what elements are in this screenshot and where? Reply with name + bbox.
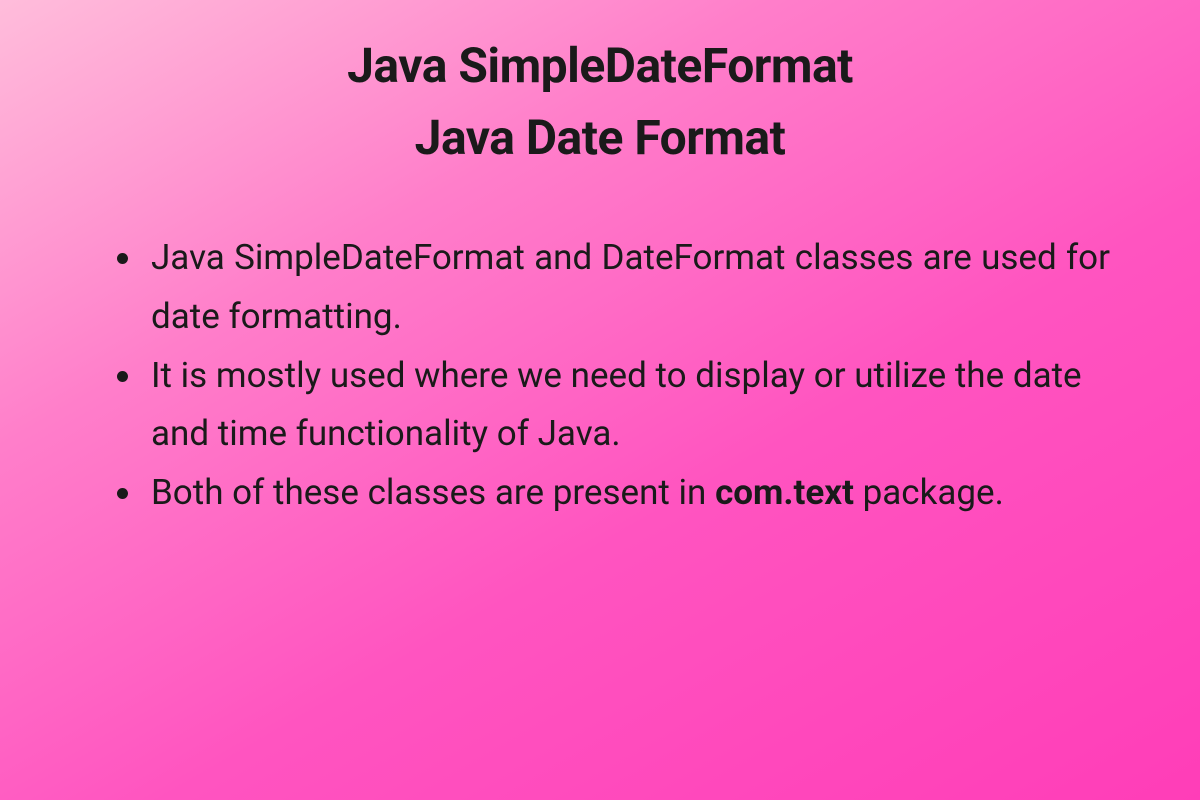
bullet-item: It is mostly used where we need to displ…: [145, 347, 1110, 465]
title-block: Java SimpleDateFormat Java Date Format: [140, 30, 1060, 174]
title-line-2: Java Date Format: [140, 102, 1060, 174]
bullet-text-post: package.: [854, 472, 1004, 513]
slide-container: Java SimpleDateFormat Java Date Format J…: [0, 0, 1200, 523]
bullet-item: Java SimpleDateFormat and DateFormat cla…: [145, 229, 1110, 347]
bullet-text-bold: com.text: [715, 472, 854, 513]
bullet-text: It is mostly used where we need to displ…: [151, 355, 1082, 455]
bullet-text-pre: Both of these classes are present in: [151, 472, 715, 513]
bullet-item: Both of these classes are present in com…: [145, 464, 1110, 523]
bullet-list: Java SimpleDateFormat and DateFormat cla…: [90, 229, 1110, 523]
title-line-1: Java SimpleDateFormat: [140, 30, 1060, 102]
bullet-text: Java SimpleDateFormat and DateFormat cla…: [151, 237, 1110, 337]
